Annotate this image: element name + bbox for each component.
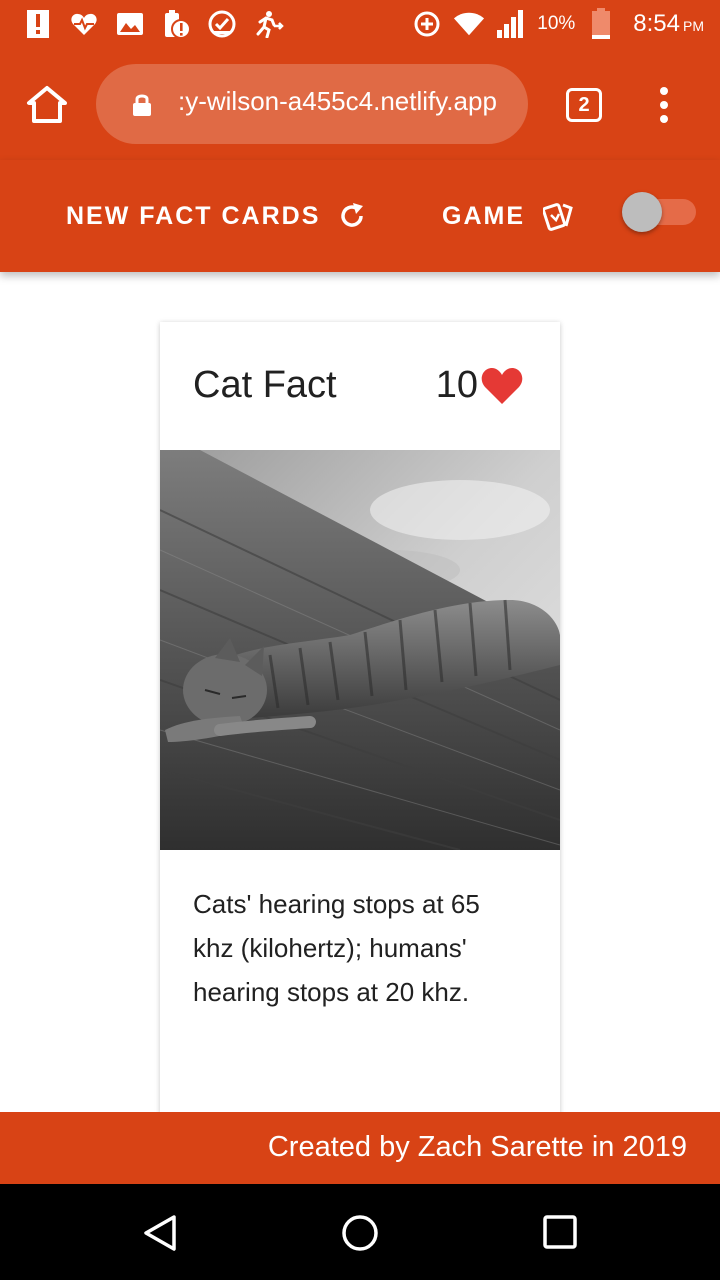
alert-icon bbox=[22, 8, 54, 40]
new-fact-cards-label: NEW FACT CARDS bbox=[66, 201, 321, 230]
mode-toggle[interactable] bbox=[622, 186, 698, 232]
footer-credit: Created by Zach Sarette in 2019 bbox=[267, 1131, 687, 1163]
refresh-icon bbox=[341, 203, 364, 227]
cards-icon bbox=[543, 203, 573, 231]
new-fact-cards-button[interactable]: NEW FACT CARDS bbox=[66, 198, 366, 234]
recent-apps-icon[interactable] bbox=[543, 1215, 577, 1249]
card-title: Cat Fact bbox=[193, 364, 337, 406]
fact-text: Cats' hearing stops at 65 khz (kilohertz… bbox=[193, 889, 480, 1007]
back-icon[interactable] bbox=[142, 1214, 178, 1252]
battery-percent: 10% bbox=[537, 13, 576, 34]
status-bar: 10% 8:54 PM bbox=[0, 0, 720, 48]
heart-icon bbox=[481, 367, 523, 404]
game-button[interactable]: GAME bbox=[442, 198, 577, 234]
home-icon[interactable] bbox=[26, 84, 68, 126]
tab-switcher-button[interactable]: 2 bbox=[566, 88, 602, 122]
wifi-icon bbox=[453, 8, 485, 40]
running-person-icon bbox=[252, 8, 284, 40]
url-text: :y-wilson-a455c4.netlify.app bbox=[178, 86, 497, 116]
battery-icon bbox=[585, 8, 617, 40]
home-nav-icon[interactable] bbox=[340, 1213, 380, 1253]
browser-toolbar: :y-wilson-a455c4.netlify.app 2 bbox=[0, 48, 720, 160]
data-saver-icon bbox=[411, 8, 443, 40]
battery-alert-icon bbox=[160, 8, 192, 40]
overflow-menu-icon[interactable] bbox=[654, 86, 674, 124]
like-button[interactable]: 10 bbox=[436, 364, 524, 407]
clock: 8:54 PM bbox=[633, 10, 704, 37]
url-field[interactable]: :y-wilson-a455c4.netlify.app bbox=[96, 64, 528, 144]
image-icon bbox=[114, 8, 146, 40]
heart-monitor-icon bbox=[68, 8, 100, 40]
game-label: GAME bbox=[442, 201, 525, 230]
app-toolbar: NEW FACT CARDS GAME bbox=[0, 160, 720, 272]
cat-photo bbox=[160, 450, 560, 850]
check-circle-icon bbox=[206, 8, 238, 40]
lock-icon bbox=[132, 93, 152, 117]
system-nav-bar bbox=[0, 1184, 720, 1280]
like-count: 10 bbox=[435, 364, 478, 406]
signal-icon bbox=[495, 8, 527, 40]
fact-card: Cat Fact 10 Cats' hearing stops at 65 kh… bbox=[160, 322, 560, 1122]
footer: Created by Zach Sarette in 2019 bbox=[0, 1112, 720, 1184]
toggle-thumb bbox=[622, 192, 662, 232]
